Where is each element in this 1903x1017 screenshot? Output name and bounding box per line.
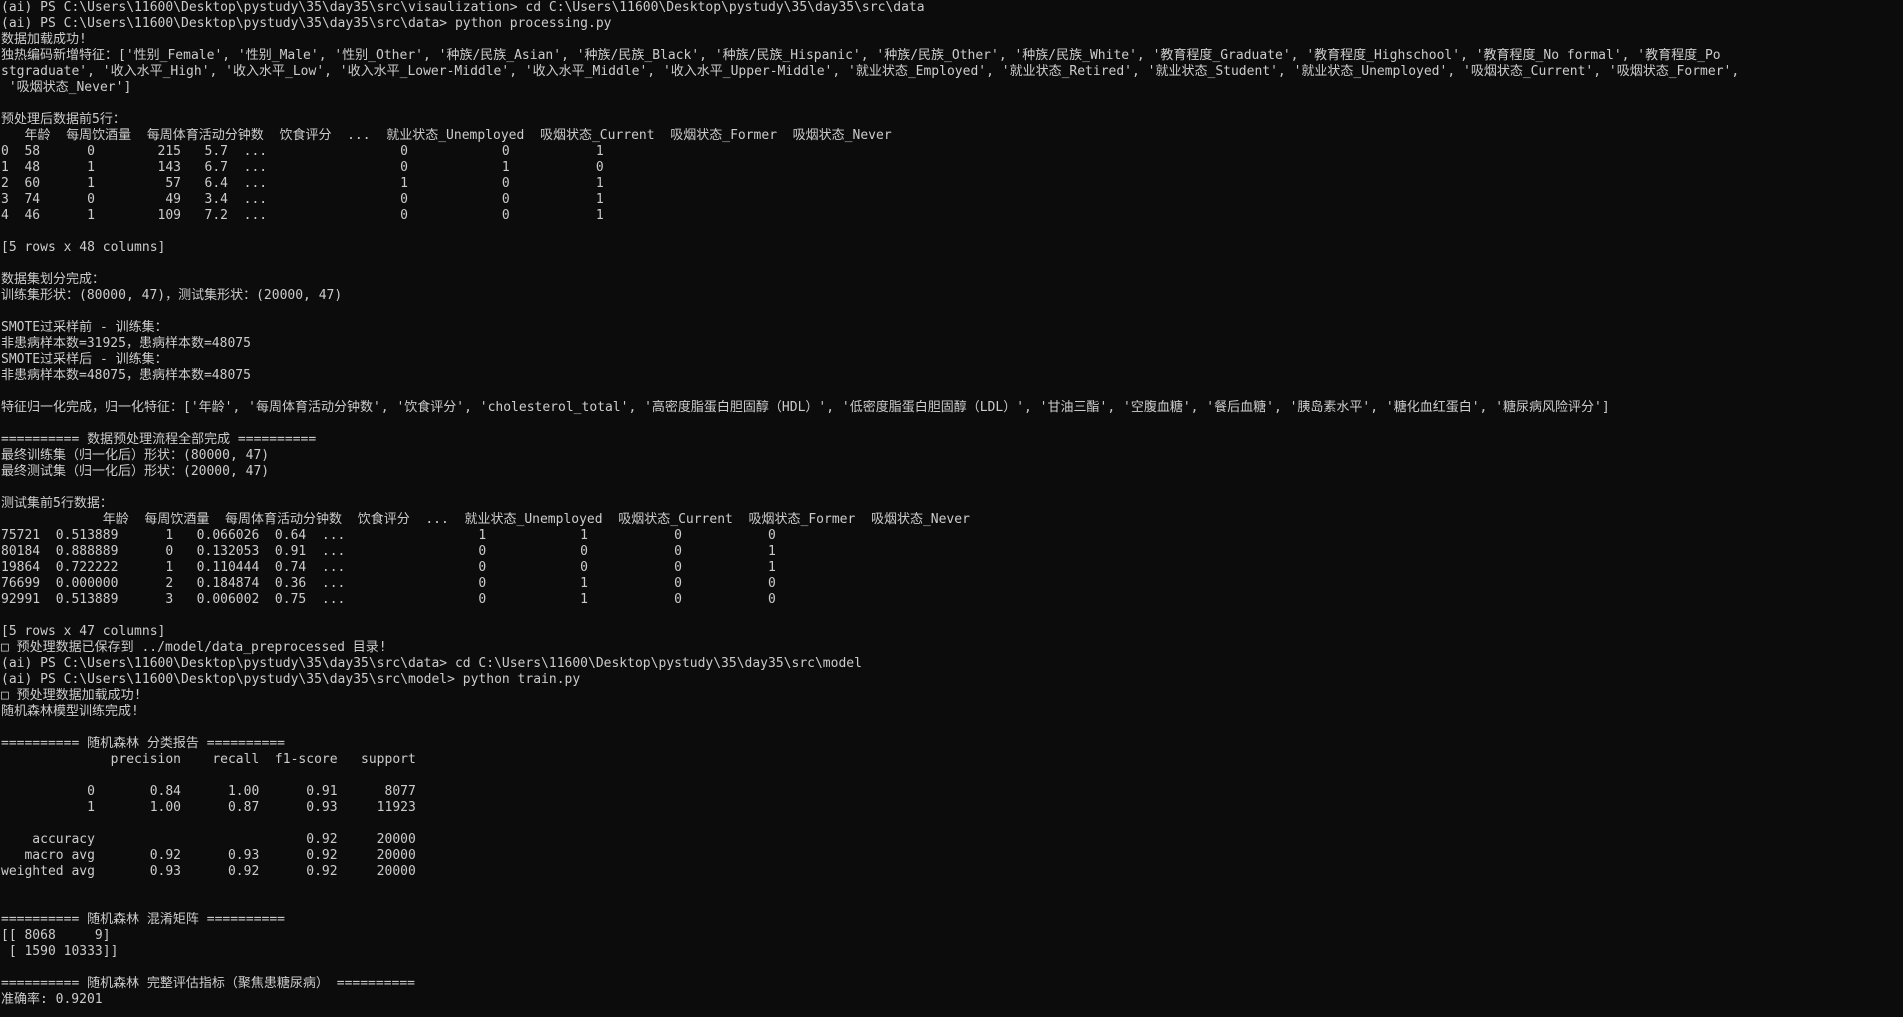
terminal-line: (ai) PS C:\Users\11600\Desktop\pystudy\3… (1, 656, 862, 671)
terminal-line: (ai) PS C:\Users\11600\Desktop\pystudy\3… (1, 16, 612, 31)
terminal-line: macro avg 0.92 0.93 0.92 20000 (1, 848, 416, 863)
terminal-line: 19864 0.722222 1 0.110444 0.74 ... 0 0 0… (1, 560, 776, 575)
terminal-line: 测试集前5行数据： (1, 496, 113, 511)
terminal-line: (ai) PS C:\Users\11600\Desktop\pystudy\3… (1, 672, 581, 687)
terminal-line: SMOTE过采样前 - 训练集： (1, 320, 168, 335)
terminal-line: ========== 随机森林 分类报告 ========== (1, 736, 286, 751)
terminal-line: 非患病样本数=48075，患病样本数=48075 (1, 368, 251, 383)
terminal-line: 4 46 1 109 7.2 ... 0 0 1 (1, 208, 604, 223)
terminal-line: weighted avg 0.93 0.92 0.92 20000 (1, 864, 416, 879)
terminal-line: 1 48 1 143 6.7 ... 0 1 0 (1, 160, 604, 175)
terminal-line: accuracy 0.92 20000 (1, 832, 416, 847)
terminal-line: 随机森林模型训练完成! (1, 704, 139, 719)
terminal-line: 0 0.84 1.00 0.91 8077 (1, 784, 416, 799)
terminal-line: □ 预处理数据已保存到 ../model/data_preprocessed 目… (1, 640, 387, 655)
terminal-line: ========== 随机森林 完整评估指标（聚焦患糖尿病） =========… (1, 976, 416, 991)
terminal-line: 75721 0.513889 1 0.066026 0.64 ... 1 1 0… (1, 528, 776, 543)
terminal-line: precision recall f1-score support (1, 752, 416, 767)
terminal-line: 最终测试集（归一化后）形状：(20000, 47) (1, 464, 270, 479)
terminal-line: 0 58 0 215 5.7 ... 0 0 1 (1, 144, 604, 159)
terminal-line: '吸烟状态_Never'] (1, 80, 132, 95)
terminal-line: 数据集划分完成： (1, 272, 106, 287)
terminal-line: 数据加载成功! (1, 32, 87, 47)
terminal-line: ========== 随机森林 混淆矩阵 ========== (1, 912, 286, 927)
terminal-line: [[ 8068 9] (1, 928, 111, 943)
terminal-line: 80184 0.888889 0 0.132053 0.91 ... 0 0 0… (1, 544, 776, 559)
terminal-line: 训练集形状：(80000, 47)，测试集形状：(20000, 47) (1, 288, 343, 303)
terminal-line: stgraduate', '收入水平_High', '收入水平_Low', '收… (1, 64, 1740, 79)
terminal-line: □ 预处理数据加载成功! (1, 688, 142, 703)
terminal-line: 76699 0.000000 2 0.184874 0.36 ... 0 1 0… (1, 576, 776, 591)
terminal-line: 特征归一化完成，归一化特征：['年龄', '每周体育活动分钟数', '饮食评分'… (1, 400, 1610, 415)
terminal-output[interactable]: (ai) PS C:\Users\11600\Desktop\pystudy\3… (0, 0, 1903, 1017)
terminal-line: (ai) PS C:\Users\11600\Desktop\pystudy\3… (1, 0, 925, 15)
terminal-line: 92991 0.513889 3 0.006002 0.75 ... 0 1 0… (1, 592, 776, 607)
terminal-line: 1 1.00 0.87 0.93 11923 (1, 800, 416, 815)
terminal-line: [ 1590 10333]] (1, 944, 119, 959)
terminal-line: 独热编码新增特征：['性别_Female', '性别_Male', '性别_Ot… (1, 48, 1721, 63)
terminal-line: [5 rows x 47 columns] (1, 624, 166, 639)
terminal-line: [5 rows x 48 columns] (1, 240, 166, 255)
terminal-line: 预处理后数据前5行： (1, 112, 126, 127)
terminal-line: 年龄 每周饮酒量 每周体育活动分钟数 饮食评分 ... 就业状态_Unemplo… (1, 512, 970, 527)
terminal-line: 非患病样本数=31925，患病样本数=48075 (1, 336, 251, 351)
terminal-line: ========== 数据预处理流程全部完成 ========== (1, 432, 317, 447)
terminal-line: 年龄 每周饮酒量 每周体育活动分钟数 饮食评分 ... 就业状态_Unemplo… (1, 128, 892, 143)
terminal-line: 最终训练集（归一化后）形状：(80000, 47) (1, 448, 270, 463)
terminal-line: SMOTE过采样后 - 训练集： (1, 352, 168, 367)
terminal-line: 2 60 1 57 6.4 ... 1 0 1 (1, 176, 604, 191)
terminal-line: 3 74 0 49 3.4 ... 0 0 1 (1, 192, 604, 207)
terminal-line: 准确率: 0.9201 (1, 992, 103, 1007)
